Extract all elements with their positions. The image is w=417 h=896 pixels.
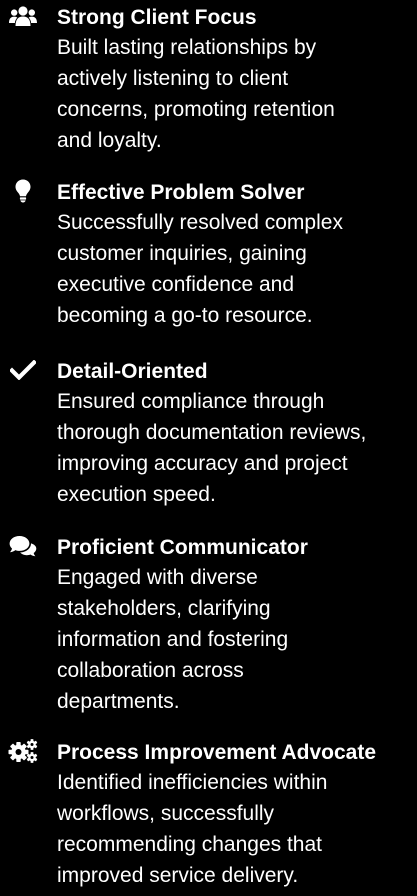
description-line: concerns, promoting retention: [57, 98, 335, 121]
strength-title: Strong Client Focus: [57, 6, 257, 29]
strength-description: Ensured compliance through thorough docu…: [57, 386, 413, 510]
strength-title: Process Improvement Advocate: [57, 741, 377, 764]
description-line: and loyalty.: [57, 129, 162, 152]
strength-description: Built lasting relationships by actively …: [57, 32, 413, 156]
description-line: Ensured compliance through: [57, 390, 325, 413]
description-line: becoming a go-to resource.: [57, 304, 313, 327]
users-icon: [8, 3, 38, 29]
lightbulb-icon: [8, 178, 38, 204]
strengths-list: Strong Client Focus Built lasting relati…: [0, 0, 417, 896]
description-line: improved service delivery.: [57, 864, 299, 887]
description-line: executive confidence and: [57, 273, 294, 296]
strength-title: Proficient Communicator: [57, 536, 308, 559]
comments-icon: [8, 533, 38, 559]
description-line: Successfully resolved complex: [57, 211, 343, 234]
description-line: improving accuracy and project: [57, 452, 348, 475]
checkmark-icon: [8, 357, 38, 383]
description-line: Engaged with diverse: [57, 566, 258, 589]
description-line: departments.: [57, 690, 180, 713]
description-line: collaboration across: [57, 659, 244, 682]
description-line: thorough documentation reviews,: [57, 421, 367, 444]
description-line: information and fostering: [57, 628, 289, 651]
strength-description: Successfully resolved complex customer i…: [57, 207, 413, 331]
strength-title: Effective Problem Solver: [57, 181, 305, 204]
description-line: recommending changes that: [57, 833, 322, 856]
gears-icon: [8, 738, 38, 764]
description-line: workflows, successfully: [57, 802, 275, 825]
strength-description: Identified inefficiencies within workflo…: [57, 767, 413, 891]
strength-description: Engaged with diverse stakeholders, clari…: [57, 562, 413, 717]
description-line: Identified inefficiencies within: [57, 771, 328, 794]
description-line: execution speed.: [57, 483, 216, 506]
description-line: stakeholders, clarifying: [57, 597, 271, 620]
description-line: customer inquiries, gaining: [57, 242, 307, 265]
strength-title: Detail-Oriented: [57, 360, 208, 383]
description-line: actively listening to client: [57, 67, 289, 90]
description-line: Built lasting relationships by: [57, 36, 317, 59]
